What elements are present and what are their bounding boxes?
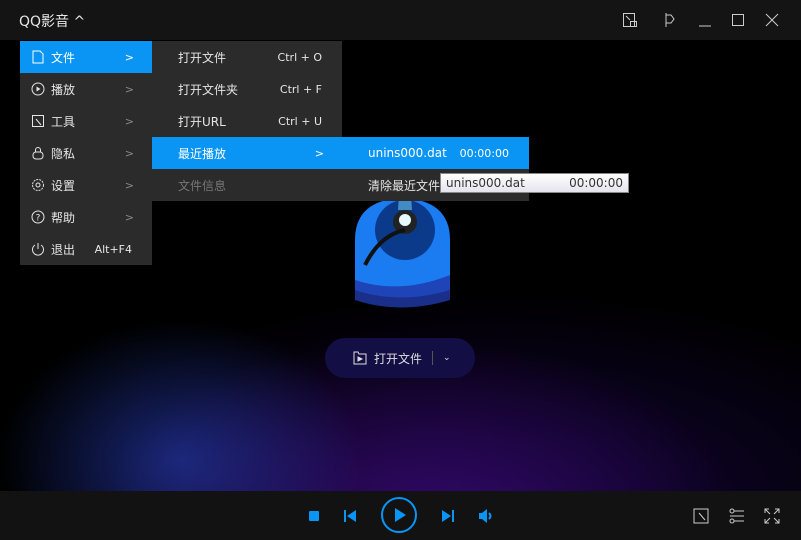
next-icon[interactable]	[441, 509, 455, 523]
app-title: QQ影音	[19, 14, 70, 30]
main-menu-item-label: 设置	[51, 178, 76, 193]
power-icon	[32, 243, 44, 256]
file-menu-item[interactable]: 文件信息	[152, 169, 342, 201]
main-menu-item[interactable]: 文件 >	[20, 41, 152, 73]
toolbox-icon[interactable]	[693, 508, 709, 524]
main-menu: 文件 > 播放 > 工具 > 隐私 > 设置 >? 帮助 > 退出 Alt+F4	[20, 41, 152, 265]
file-menu-item[interactable]: 打开文件夹 Ctrl + F	[152, 73, 342, 105]
main-menu-item[interactable]: ? 帮助 >	[20, 201, 152, 233]
main-menu-item-label: 播放	[51, 82, 76, 97]
play-circle-icon	[31, 82, 45, 96]
duration: 00:00:00	[459, 146, 509, 160]
previous-icon[interactable]	[343, 509, 357, 523]
main-menu-item[interactable]: 播放 >	[20, 73, 152, 105]
file-icon	[32, 50, 44, 64]
play-icon[interactable]	[380, 496, 418, 534]
open-file-button[interactable]: 打开文件 ⌄	[325, 338, 475, 378]
open-file-label: 打开文件	[374, 351, 423, 366]
file-menu-item-label: 打开文件	[178, 50, 227, 65]
dropdown-chevron-icon[interactable]: ⌄	[443, 353, 451, 363]
file-menu-item[interactable]: 打开URL Ctrl + U	[152, 105, 342, 137]
gear-icon	[32, 179, 44, 191]
main-menu-item-label: 文件	[51, 50, 76, 65]
mini-mode-icon[interactable]	[622, 12, 638, 28]
tools-icon	[32, 115, 44, 127]
recent-item-label: unins000.dat	[368, 146, 447, 160]
fullscreen-icon[interactable]	[764, 508, 780, 524]
chevron-right-icon: >	[314, 146, 324, 160]
tooltip-time: 00:00:00	[569, 176, 623, 190]
main-menu-item-label: 退出	[51, 242, 76, 257]
file-menu-item-label: 打开文件夹	[178, 82, 239, 97]
shortcut: Ctrl + U	[278, 114, 322, 128]
main-menu-item[interactable]: 隐私 >	[20, 137, 152, 169]
tooltip-file: unins000.dat	[446, 176, 525, 190]
pin-icon[interactable]	[661, 12, 677, 28]
chevron-right-icon: >	[124, 210, 134, 224]
stop-icon[interactable]	[309, 511, 319, 521]
volume-icon[interactable]	[478, 508, 494, 524]
file-menu-item-label: 最近播放	[178, 146, 227, 161]
shortcut: Ctrl + F	[279, 82, 322, 96]
chevron-right-icon: >	[124, 178, 134, 192]
settings-sliders-icon[interactable]	[729, 508, 745, 524]
help-icon: ?	[31, 210, 45, 224]
app-menu-button[interactable]: QQ影音 ^	[19, 11, 85, 31]
folder-play-icon	[353, 351, 367, 365]
file-menu-item[interactable]: 最近播放 >	[152, 137, 342, 169]
recent-item[interactable]: unins000.dat 00:00:00	[342, 137, 529, 169]
tooltip: unins000.dat 00:00:00	[440, 173, 629, 193]
shortcut: Alt+F4	[94, 242, 132, 256]
file-menu-item-label: 文件信息	[178, 178, 227, 193]
control-bar	[0, 491, 801, 540]
main-menu-item-label: 隐私	[51, 146, 76, 161]
main-menu-item[interactable]: 退出 Alt+F4	[20, 233, 152, 265]
main-menu-item-label: 帮助	[51, 210, 76, 225]
minimize-icon[interactable]	[697, 12, 713, 28]
close-icon[interactable]	[764, 12, 780, 28]
divider	[432, 351, 434, 365]
chevron-right-icon: >	[124, 146, 134, 160]
chevron-right-icon: >	[124, 114, 134, 128]
file-submenu: 打开文件 Ctrl + O 打开文件夹 Ctrl + F 打开URL Ctrl + U 最近…	[152, 41, 342, 201]
chevron-right-icon: >	[124, 50, 134, 64]
main-menu-item-label: 工具	[51, 114, 76, 129]
shortcut: Ctrl + O	[277, 50, 322, 64]
maximize-icon[interactable]	[730, 12, 746, 28]
main-menu-item[interactable]: 工具 >	[20, 105, 152, 137]
main-menu-item[interactable]: 设置 >	[20, 169, 152, 201]
svg-text:?: ?	[36, 214, 41, 224]
title-bar: QQ影音 ^	[0, 0, 801, 40]
chevron-right-icon: >	[124, 82, 134, 96]
caret-up-icon: ^	[73, 14, 86, 30]
lock-icon	[32, 147, 44, 160]
file-menu-item[interactable]: 打开文件 Ctrl + O	[152, 41, 342, 73]
file-menu-item-label: 打开URL	[178, 114, 226, 129]
